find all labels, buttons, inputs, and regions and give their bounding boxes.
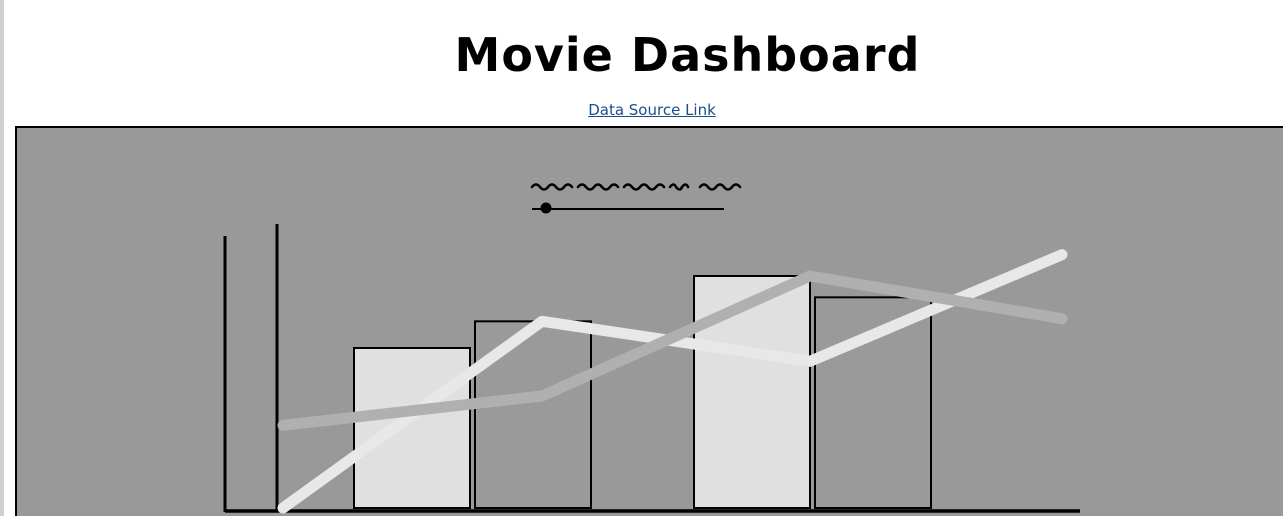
slider-icon[interactable] bbox=[540, 202, 552, 214]
bar-series-1-category-1[interactable] bbox=[353, 347, 471, 509]
slider-label-scribble bbox=[530, 183, 742, 191]
chart-svg bbox=[223, 183, 1080, 514]
bar-series-1-category-2[interactable] bbox=[693, 275, 811, 509]
filter-control[interactable] bbox=[530, 183, 742, 214]
page: Movie Dashboard Data Source Link bbox=[0, 0, 1283, 516]
bar-series-2-category-1[interactable] bbox=[474, 320, 592, 510]
